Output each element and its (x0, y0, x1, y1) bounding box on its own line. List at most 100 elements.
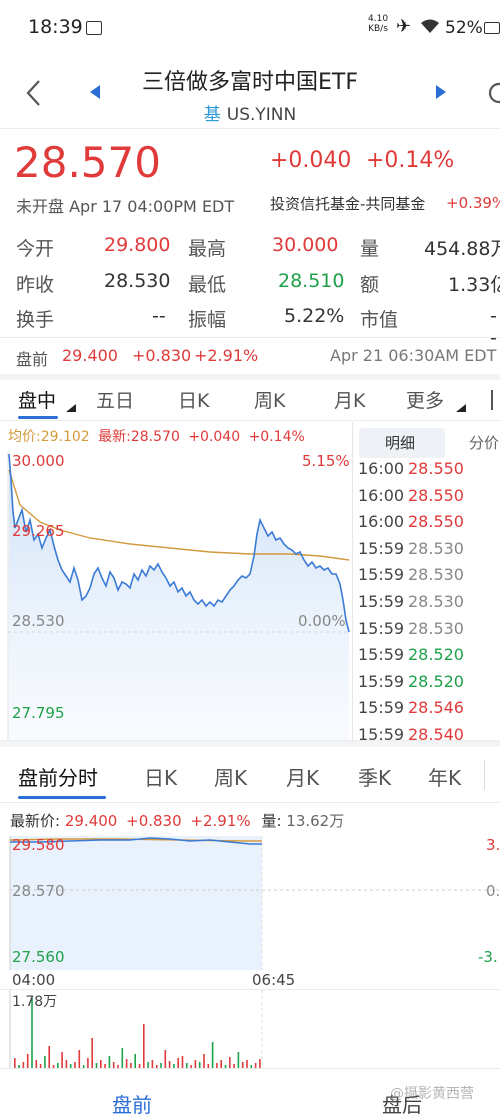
premarket-tab-indicator (18, 796, 106, 799)
current-price: 28.570 (14, 138, 161, 187)
volume-bar (26, 1054, 29, 1068)
tick-price: 28.530 (408, 592, 464, 611)
tab-pre-quarterly-k[interactable]: 季K (358, 762, 391, 791)
tick-time: 15:59 (358, 671, 405, 691)
fund-badge: 基 (203, 105, 221, 125)
volume-bar (14, 1058, 16, 1068)
premarket-pct: +2.91% (194, 346, 259, 365)
pre-vol-label: 量: (261, 812, 282, 830)
pre-change-pct: +2.91% (190, 812, 251, 830)
intraday-chart[interactable] (0, 450, 352, 740)
next-stock-icon[interactable] (434, 84, 448, 100)
tab-intraday-dropdown-icon[interactable] (66, 404, 76, 412)
tab-tick-detail[interactable]: 明细 (385, 432, 415, 453)
quote-divider (0, 337, 500, 338)
tab-pre-monthly-k[interactable]: 月K (286, 762, 319, 791)
volume-bar (164, 1050, 167, 1068)
turnover-label: 换手 (16, 309, 55, 331)
volume-bar (177, 1058, 179, 1068)
tab-pre-weekly-k[interactable]: 周K (214, 762, 247, 791)
tab-more-dropdown-icon[interactable] (456, 404, 466, 412)
pre-x-start: 04:00 (12, 971, 56, 989)
volume-bar (78, 1050, 81, 1068)
status-bar: 18:39 4.10 KB/s ✈ 52% (0, 0, 500, 56)
avg-price: 均价:29.102 (8, 429, 90, 445)
volume-bar (203, 1054, 205, 1068)
tick-row: 15:59 28.520 (358, 668, 500, 695)
prev-close-label: 昨收 (16, 274, 55, 296)
tick-price: 28.546 (408, 698, 464, 718)
amplitude-value: 5.22% (284, 305, 345, 327)
tab-weekly-k[interactable]: 周K (254, 386, 285, 413)
tab-premarket-intraday[interactable]: 盘前分时 (18, 762, 98, 791)
tick-row: 15:59 28.530 (358, 561, 500, 588)
fund-category: 投资信托基金-共同基金 (270, 195, 426, 213)
tab-price-distribution[interactable]: 分价 (469, 432, 499, 453)
volume-bar (220, 1060, 222, 1068)
premarket-change: +0.830 (132, 346, 192, 365)
tab-pre-yearly-k[interactable]: 年K (428, 762, 461, 791)
bottom-tab-premarket[interactable]: 盘前 (112, 1089, 152, 1118)
volume-bar (134, 1054, 136, 1068)
tick-price: 28.550 (408, 459, 464, 478)
amount-value: 1.33亿 (448, 274, 500, 296)
tab-5day[interactable]: 五日 (96, 386, 134, 413)
premarket-chart[interactable] (0, 834, 500, 970)
tick-price: 28.530 (408, 538, 464, 558)
section-gap-2 (0, 741, 500, 747)
volume-bar (100, 1060, 102, 1068)
avg-price-line (8, 469, 350, 561)
volume-bar (125, 1059, 128, 1068)
tick-time: 15:59 (358, 645, 405, 665)
amount-label: 额 (360, 274, 380, 296)
net-speed: 4.10 KB/s (368, 14, 388, 34)
tab-intraday[interactable]: 盘中 (18, 386, 56, 413)
y-axis-top: 30.000 (12, 452, 65, 470)
premarket-price: 29.400 (62, 346, 118, 365)
volume-bar (108, 1056, 111, 1068)
price-change-pct: +0.14% (366, 148, 455, 173)
prev-close-value: 28.530 (104, 270, 171, 292)
search-icon[interactable] (486, 80, 500, 106)
status-time: 18:39 (28, 16, 83, 38)
tab-daily-k[interactable]: 日K (178, 386, 209, 413)
turnover-value: -- (152, 305, 166, 327)
volume-bar (61, 1052, 63, 1068)
tab-pre-daily-k[interactable]: 日K (144, 762, 177, 791)
tick-row: 15:59 28.530 (358, 535, 500, 562)
volume-bar (48, 1046, 50, 1068)
tick-time: 15:59 (358, 618, 405, 638)
premarket-volume-chart (9, 990, 263, 1068)
chart-settings-icon[interactable] (486, 386, 500, 414)
price-change: +0.040 (270, 148, 352, 173)
tick-time: 16:00 (358, 485, 405, 505)
premarket-time: Apr 21 06:30AM EDT (330, 346, 497, 365)
tick-price: 28.550 (408, 512, 464, 532)
volume-bar (246, 1060, 248, 1068)
mkt-cap-label: 市值 (360, 309, 399, 331)
tabs-scroll-divider (484, 760, 485, 790)
tab-more[interactable]: 更多 (406, 386, 444, 413)
wifi-icon (421, 19, 439, 33)
volume-bar (87, 1058, 89, 1068)
tick-row: 15:59 28.520 (358, 641, 500, 668)
y-axis-mid-pct: 0.00% (298, 612, 346, 630)
tick-time: 15:59 (358, 538, 405, 558)
category-change: +0.39% (446, 194, 500, 212)
pre-tabs-divider (0, 802, 500, 803)
pre-y-mid-pct: 0. (486, 882, 500, 900)
net-speed-unit: KB/s (368, 24, 388, 34)
volume-bar (259, 1059, 261, 1068)
premarket-tabs: 盘前分时 日K 周K 月K 季K 年K (0, 750, 500, 800)
market-status: 未开盘 Apr 17 04:00PM EDT (16, 197, 235, 216)
high-value: 30.000 (272, 234, 339, 256)
pre-y-bottom-pct: -3. (478, 948, 498, 966)
nav-header: 三倍做多富时中国ETF 基 US.YINN (0, 56, 500, 128)
tab-monthly-k[interactable]: 月K (334, 386, 365, 413)
volume-bar (237, 1052, 240, 1068)
volume-bar (143, 1024, 145, 1068)
tick-price: 28.530 (408, 618, 464, 638)
pre-y-top-pct: 3. (486, 836, 500, 854)
y-axis-top-pct: 5.15% (302, 452, 350, 470)
pre-change: +0.830 (126, 812, 182, 830)
